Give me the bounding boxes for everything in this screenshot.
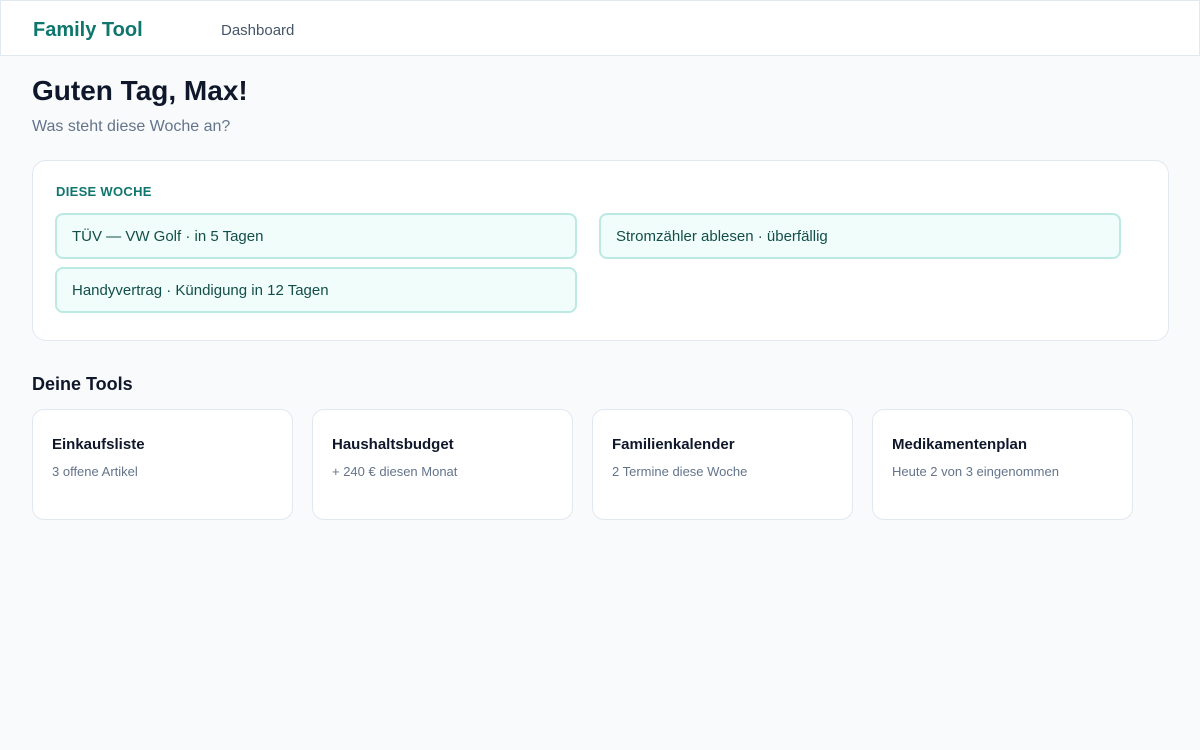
this-week-heading: DIESE WOCHE	[56, 184, 152, 199]
tool-card-familienkalender[interactable]: Familienkalender 2 Termine diese Woche	[592, 409, 853, 520]
nav-link-dashboard[interactable]: Dashboard	[221, 22, 294, 40]
top-navigation-bar: Family Tool Dashboard	[0, 0, 1200, 56]
tool-card-title: Medikamentenplan	[892, 436, 1028, 453]
tool-card-einkaufsliste[interactable]: Einkaufsliste 3 offene Artikel	[32, 409, 293, 520]
tool-card-title: Einkaufsliste	[52, 436, 145, 453]
week-item-tuev[interactable]: TÜV — VW Golf · in 5 Tagen	[55, 213, 577, 259]
tool-card-description: 2 Termine diese Woche	[612, 464, 748, 479]
page-subtitle: Was steht diese Woche an?	[32, 118, 231, 135]
tool-card-haushaltsbudget[interactable]: Haushaltsbudget + 240 € diesen Monat	[312, 409, 573, 520]
tool-card-title: Haushaltsbudget	[332, 436, 454, 453]
week-item-handyvertrag[interactable]: Handyvertrag · Kündigung in 12 Tagen	[55, 267, 577, 313]
tool-card-description: 3 offene Artikel	[52, 464, 138, 479]
week-item-stromzaehler[interactable]: Stromzähler ablesen · überfällig	[599, 213, 1121, 259]
tool-card-description: Heute 2 von 3 eingenommen	[892, 464, 1059, 479]
tool-card-description: + 240 € diesen Monat	[332, 464, 458, 479]
this-week-card: DIESE WOCHE TÜV — VW Golf · in 5 Tagen S…	[32, 160, 1169, 341]
tool-card-title: Familienkalender	[612, 436, 735, 453]
tool-card-medikamentenplan[interactable]: Medikamentenplan Heute 2 von 3 eingenomm…	[872, 409, 1133, 520]
tools-section-title: Deine Tools	[32, 374, 133, 394]
brand-logo-text[interactable]: Family Tool	[33, 18, 143, 42]
page-title: Guten Tag, Max!	[32, 75, 248, 106]
